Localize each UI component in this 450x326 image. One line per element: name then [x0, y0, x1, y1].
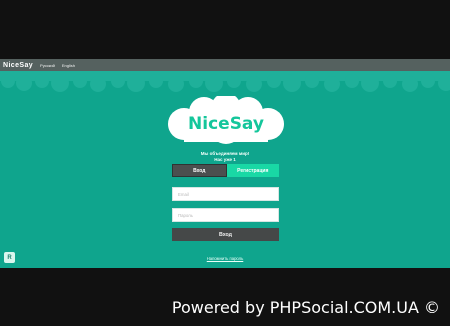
- tagline-line2: Нас уже 1: [214, 157, 236, 162]
- powered-by-footer: Powered by PHPSocial.COM.UA ©: [171, 298, 440, 317]
- screen-frame: NiceSay Русский English NiceSay Мы объед…: [0, 0, 450, 326]
- cloud-strip-decoration: [0, 71, 450, 92]
- tab-register[interactable]: Регистрация: [226, 164, 279, 177]
- password-field[interactable]: Пароль: [172, 208, 279, 222]
- language-russian-link[interactable]: Русский: [40, 63, 55, 68]
- email-placeholder: Email: [178, 191, 189, 197]
- tagline-line1: Мы объединяем мир!: [200, 151, 250, 156]
- recover-password-link[interactable]: Напомнить пароль: [195, 256, 255, 261]
- language-english-link[interactable]: English: [62, 63, 75, 68]
- app-window: NiceSay Русский English NiceSay Мы объед…: [0, 59, 450, 268]
- brand-logo-text[interactable]: NiceSay: [3, 62, 33, 69]
- cloud-logo: NiceSay: [168, 96, 284, 144]
- password-placeholder: Пароль: [178, 212, 193, 218]
- login-submit-button[interactable]: Вход: [172, 228, 279, 241]
- corner-button-icon: R: [7, 254, 12, 261]
- tab-login[interactable]: Вход: [172, 164, 227, 177]
- logo-text: NiceSay: [188, 114, 264, 134]
- corner-action-button[interactable]: R: [4, 252, 15, 263]
- auth-tabs: Вход Регистрация: [172, 164, 279, 177]
- email-field[interactable]: Email: [172, 187, 279, 201]
- top-navigation-bar: NiceSay Русский English: [0, 59, 450, 71]
